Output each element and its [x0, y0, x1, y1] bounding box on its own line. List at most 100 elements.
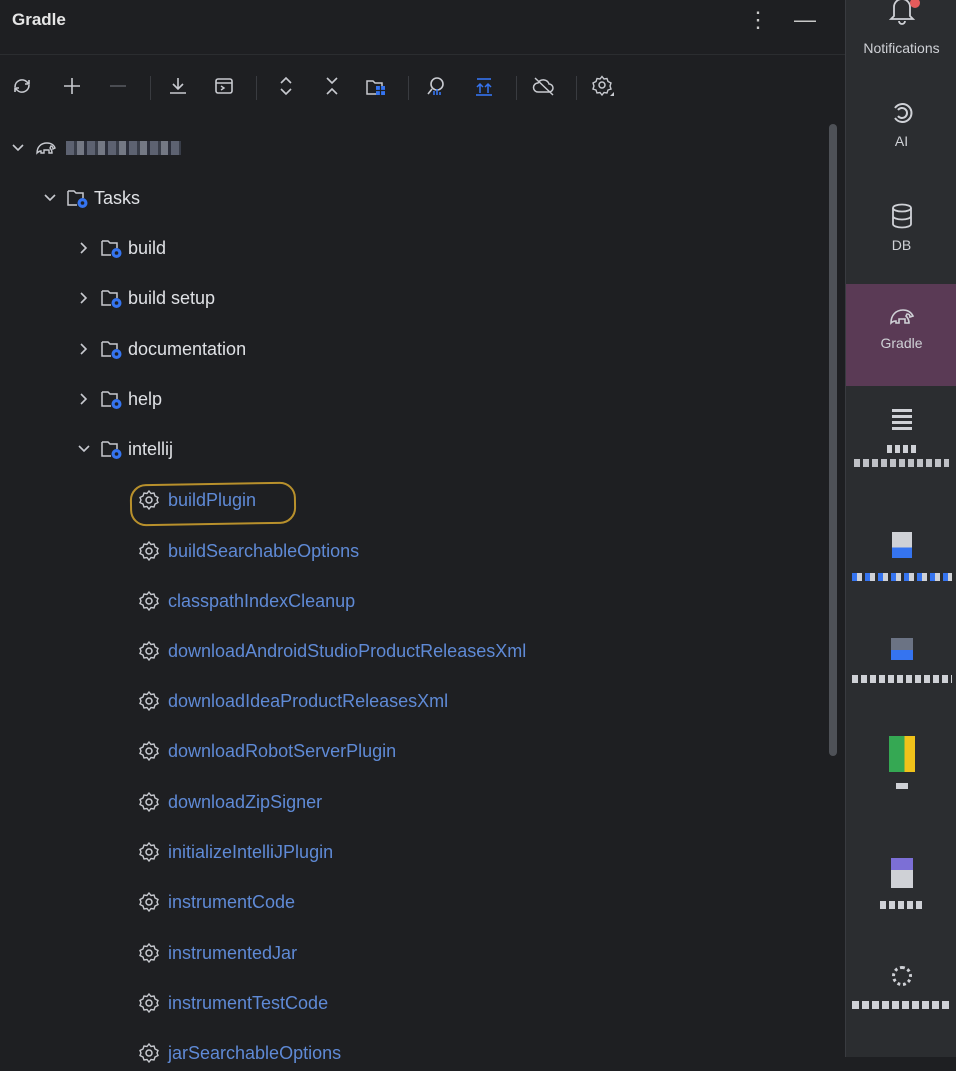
- annotation-highlight-circle: [129, 481, 297, 527]
- tree-group-build-setup[interactable]: build setup: [74, 280, 215, 316]
- task-item[interactable]: downloadAndroidStudioProductReleasesXml: [138, 633, 526, 669]
- task-item[interactable]: instrumentedJar: [138, 935, 297, 971]
- rail-plugin-redacted-2[interactable]: [846, 532, 956, 602]
- task-label: initializeIntelliJPlugin: [168, 841, 334, 862]
- show-dependencies-icon[interactable]: [210, 72, 238, 100]
- gear-icon: [138, 1042, 160, 1064]
- rail-notifications[interactable]: Notifications: [846, 0, 956, 72]
- rail-label: AI: [894, 133, 909, 149]
- pixelated-label: [895, 783, 908, 789]
- rail-label: DB: [891, 237, 912, 253]
- gear-icon: [138, 992, 160, 1014]
- tree-node-label: documentation: [128, 338, 247, 359]
- tree-group-build[interactable]: build: [74, 230, 166, 266]
- download-sources-icon[interactable]: [164, 72, 192, 100]
- minimize-icon[interactable]: —: [791, 6, 819, 34]
- rail-ai[interactable]: AI: [846, 100, 956, 172]
- toolbar-separator: [408, 76, 409, 100]
- rail-plugin-redacted-5[interactable]: [846, 858, 956, 928]
- rail-label: Notifications: [863, 40, 940, 56]
- vertical-scrollbar[interactable]: [829, 124, 837, 756]
- offline-mode-icon[interactable]: [530, 72, 558, 100]
- task-label: buildSearchableOptions: [168, 540, 360, 561]
- task-item[interactable]: initializeIntelliJPlugin: [138, 834, 333, 870]
- tree-node-tasks[interactable]: Tasks: [40, 180, 140, 216]
- analyze-dependencies-icon[interactable]: [422, 72, 450, 100]
- rail-plugin-redacted-3[interactable]: [846, 638, 956, 708]
- gear-icon: [138, 891, 160, 913]
- chevron-right-icon[interactable]: [74, 339, 94, 359]
- build-tool-settings-icon[interactable]: [590, 72, 618, 100]
- task-folder-icon: [100, 438, 124, 460]
- gear-icon: [138, 640, 160, 662]
- gear-icon: [138, 590, 160, 612]
- rail-db[interactable]: DB: [846, 202, 956, 274]
- task-folder-icon: [100, 287, 124, 309]
- plugin-icon: [890, 638, 913, 660]
- rail-plugin-redacted-4[interactable]: [846, 736, 956, 806]
- bell-icon: [846, 0, 956, 36]
- task-item[interactable]: downloadIdeaProductReleasesXml: [138, 683, 448, 719]
- tree-group-intellij[interactable]: intellij: [74, 431, 173, 467]
- task-label: jarSearchableOptions: [168, 1042, 342, 1063]
- chevron-down-icon[interactable]: [74, 439, 94, 459]
- task-item[interactable]: instrumentCode: [138, 884, 295, 920]
- rail-plugin-redacted-6[interactable]: [846, 966, 956, 1036]
- chevron-right-icon[interactable]: [74, 288, 94, 308]
- database-icon: [891, 203, 912, 229]
- tree-group-documentation[interactable]: documentation: [74, 331, 246, 367]
- group-modules-icon[interactable]: [362, 72, 390, 100]
- plugin-icon: [891, 966, 912, 986]
- gear-icon: [138, 690, 160, 712]
- tool-window-header: Gradle ⋮ —: [0, 0, 845, 40]
- tree-node-label: help: [128, 388, 163, 409]
- chevron-right-icon[interactable]: [74, 389, 94, 409]
- gradle-toolbar: [0, 68, 845, 108]
- tree-root-project[interactable]: [8, 130, 181, 166]
- task-item[interactable]: instrumentTestCode: [138, 985, 328, 1021]
- reload-icon[interactable]: [8, 72, 36, 100]
- task-label: instrumentTestCode: [168, 992, 329, 1013]
- rail-plugin-redacted-1[interactable]: [846, 406, 956, 496]
- collapse-all-icon[interactable]: [318, 72, 346, 100]
- task-item[interactable]: downloadRobotServerPlugin: [138, 733, 396, 769]
- add-icon[interactable]: [58, 72, 86, 100]
- tree-group-help[interactable]: help: [74, 381, 162, 417]
- task-item[interactable]: jarSearchableOptions: [138, 1035, 341, 1071]
- toolbar-separator: [576, 76, 577, 100]
- expand-all-icon[interactable]: [272, 72, 300, 100]
- gradle-tool-window: Gradle ⋮ — Tasks build build setup docum…: [0, 0, 845, 1064]
- toolbar-separator: [516, 76, 517, 100]
- toggle-offline-icon[interactable]: [470, 72, 498, 100]
- task-label: instrumentedJar: [168, 942, 298, 963]
- toolbar-separator: [150, 76, 151, 100]
- gear-icon: [138, 791, 160, 813]
- pixelated-label: [886, 445, 917, 453]
- notification-badge: [910, 0, 920, 8]
- task-label: instrumentCode: [168, 891, 296, 912]
- chevron-down-icon[interactable]: [40, 188, 60, 208]
- task-folder-icon: [100, 237, 124, 259]
- chevron-down-icon[interactable]: [8, 138, 28, 158]
- gear-icon: [138, 841, 160, 863]
- pixelated-label: [879, 901, 924, 909]
- tree-node-label: intellij: [128, 438, 174, 459]
- gradle-elephant-icon: [34, 137, 58, 159]
- structure-icon: [891, 406, 912, 430]
- chevron-right-icon[interactable]: [74, 238, 94, 258]
- rail-label: Gradle: [880, 335, 923, 351]
- ai-spiral-icon: [893, 103, 912, 123]
- more-options-icon[interactable]: ⋮: [744, 6, 772, 34]
- remove-icon[interactable]: [104, 72, 132, 100]
- task-item[interactable]: buildSearchableOptions: [138, 533, 359, 569]
- right-tool-rail: Notifications AI DB Gradle: [845, 0, 956, 1057]
- rail-gradle[interactable]: Gradle: [846, 284, 956, 386]
- pixelated-label: [851, 675, 952, 683]
- task-item[interactable]: classpathIndexCleanup: [138, 583, 355, 619]
- project-name-redacted: [66, 141, 181, 155]
- plugin-icon: [891, 532, 912, 558]
- task-label: classpathIndexCleanup: [168, 590, 356, 611]
- task-label: downloadZipSigner: [168, 791, 323, 812]
- task-item[interactable]: downloadZipSigner: [138, 784, 322, 820]
- task-folder-icon: [66, 187, 90, 209]
